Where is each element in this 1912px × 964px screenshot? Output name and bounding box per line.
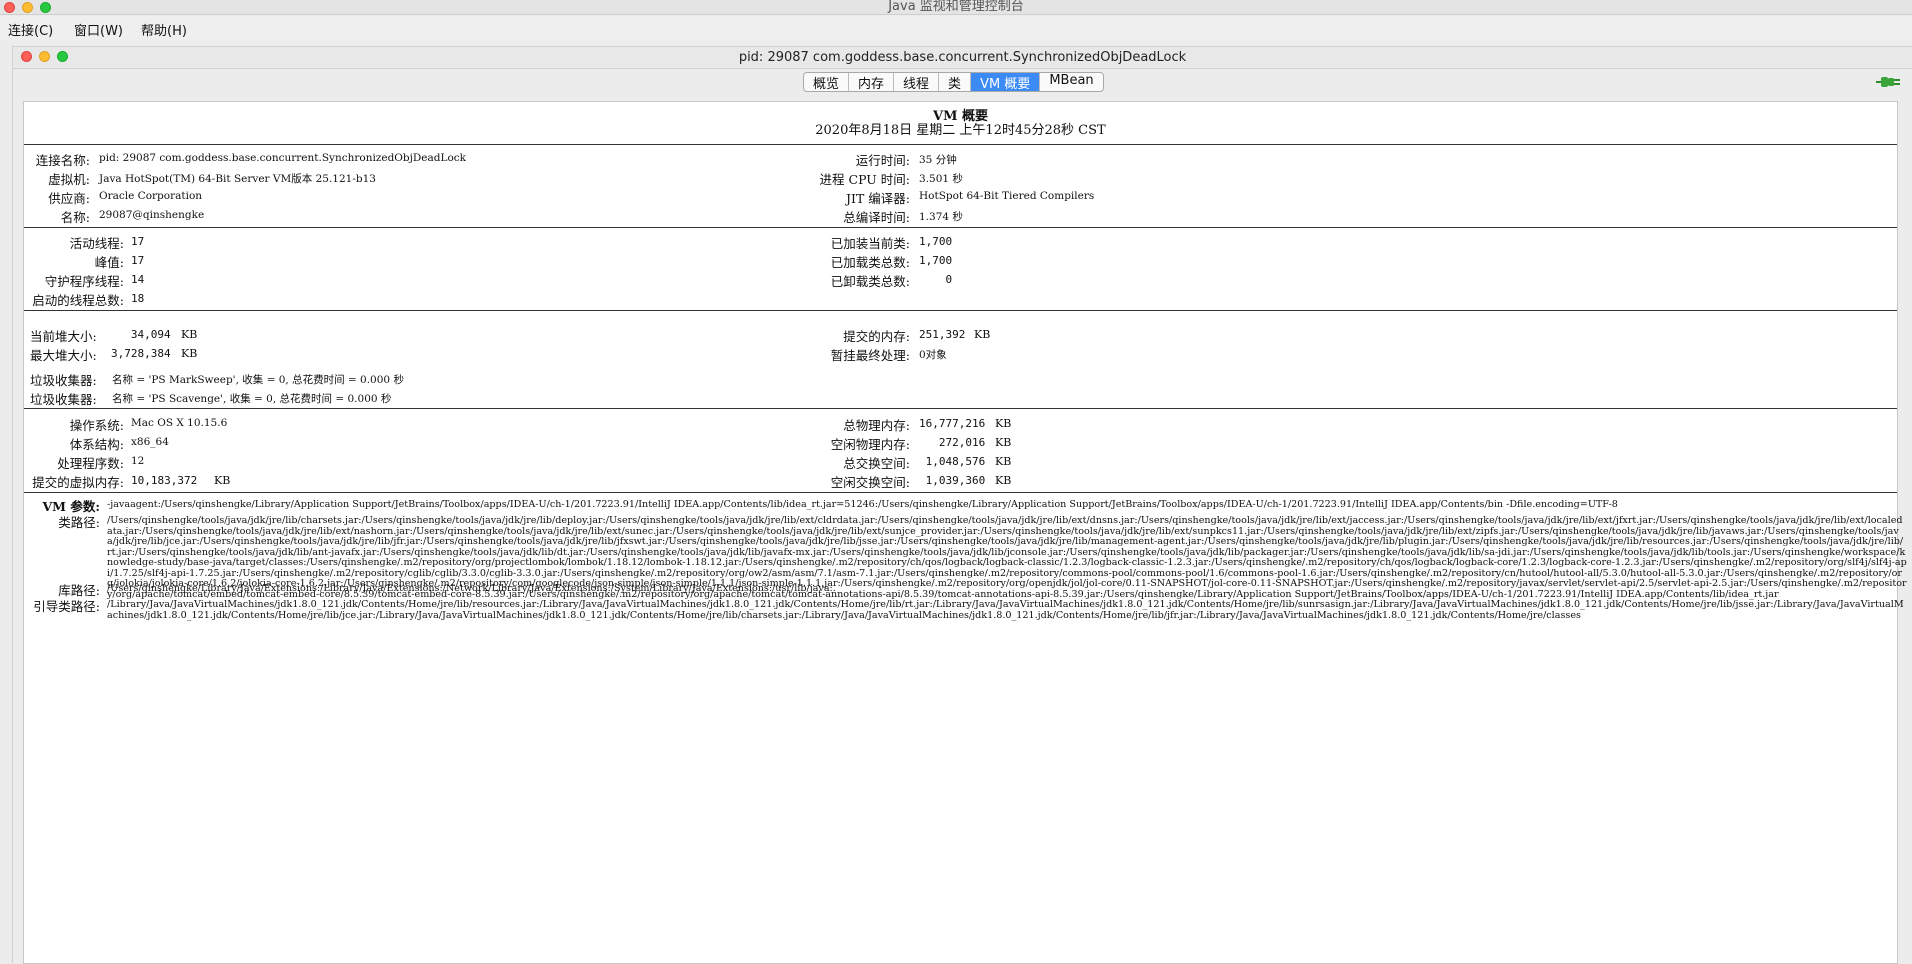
- tab-memory[interactable]: 内存: [849, 73, 895, 91]
- value-os: Mac OS X 10.15.6: [131, 417, 228, 429]
- value-total-physical: 16,777,216: [919, 417, 986, 430]
- label-uptime: 运行时间:: [855, 153, 910, 168]
- label-loaded-classes: 已加装当前类:: [830, 236, 910, 251]
- unit-committed-virtual: KB: [214, 474, 231, 487]
- label-free-physical: 空闲物理内存:: [830, 437, 910, 452]
- unit-committed-memory: KB: [974, 328, 991, 341]
- value-uptime: 35 分钟: [919, 154, 957, 166]
- divider: [24, 144, 1897, 145]
- value-total-swap: 1,048,576: [919, 455, 986, 468]
- divider: [24, 227, 1897, 228]
- value-gc-2: 名称 = 'PS Scavenge', 收集 = 0, 总花费时间 = 0.00…: [112, 393, 392, 405]
- tab-bar: 概览 内存 线程 类 VM 概要 MBean: [803, 72, 1104, 92]
- label-unloaded-classes: 已卸载类总数:: [830, 274, 910, 289]
- value-name: 29087@qinshengke: [99, 209, 205, 221]
- unit-heap-size: KB: [181, 328, 198, 341]
- value-live-threads: 17: [131, 235, 145, 248]
- value-free-swap: 1,039,360: [919, 474, 986, 487]
- label-heap-size: 当前堆大小:: [30, 329, 97, 344]
- frame-title: pid: 29087 com.goddess.base.concurrent.S…: [738, 50, 1187, 65]
- label-free-swap: 空闲交换空间:: [830, 475, 910, 490]
- unit-free-swap: KB: [995, 474, 1012, 487]
- label-name: 名称:: [60, 210, 90, 225]
- value-vm-args: -javaagent:/Users/qinshengke/Library/App…: [107, 499, 1618, 510]
- label-max-heap: 最大堆大小:: [30, 348, 97, 363]
- label-classpath: 类路径:: [58, 515, 100, 530]
- app-title: Java 监视和管理控制台: [888, 0, 1024, 14]
- value-committed-virtual: 10,183,372: [131, 474, 198, 487]
- label-connection-name: 连接名称:: [35, 153, 90, 168]
- tab-vm-summary[interactable]: VM 概要: [971, 73, 1041, 91]
- value-heap-size: 34,094: [111, 328, 171, 341]
- value-unloaded-classes: 0: [919, 273, 953, 286]
- unit-total-swap: KB: [995, 455, 1012, 468]
- label-vendor: 供应商:: [48, 191, 90, 206]
- value-boot-classpath: /Library/Java/JavaVirtualMachines/jdk1.8…: [107, 599, 1904, 621]
- value-pending-finalization: 0对象: [919, 349, 947, 361]
- value-total-loaded: 1,700: [919, 254, 953, 267]
- value-processors: 12: [131, 455, 145, 467]
- label-vm: 虚拟机:: [48, 172, 90, 187]
- value-compile-time: 1.374 秒: [919, 211, 963, 223]
- value-free-physical: 272,016: [919, 436, 986, 449]
- value-vm: Java HotSpot(TM) 64-Bit Server VM版本 25.1…: [99, 173, 376, 185]
- divider: [24, 408, 1897, 409]
- label-boot-classpath: 引导类路径:: [33, 599, 100, 614]
- value-committed-memory: 251,392: [919, 328, 966, 341]
- label-gc-1: 垃圾收集器:: [30, 373, 97, 388]
- label-committed-virtual: 提交的虚拟内存:: [32, 475, 124, 490]
- label-cpu-time: 进程 CPU 时间:: [819, 172, 910, 187]
- unit-free-physical: KB: [995, 436, 1012, 449]
- label-total-threads: 启动的线程总数:: [32, 293, 124, 308]
- value-cpu-time: 3.501 秒: [919, 173, 963, 185]
- plug-connected-icon[interactable]: [1876, 75, 1900, 89]
- value-loaded-classes: 1,700: [919, 235, 953, 248]
- tab-mbean[interactable]: MBean: [1040, 73, 1102, 91]
- label-daemon-threads: 守护程序线程:: [44, 274, 124, 289]
- value-peak: 17: [131, 254, 145, 267]
- value-gc-1: 名称 = 'PS MarkSweep', 收集 = 0, 总花费时间 = 0.0…: [112, 374, 404, 386]
- value-total-threads: 18: [131, 292, 145, 305]
- label-total-loaded: 已加载类总数:: [830, 255, 910, 270]
- menu-help[interactable]: 帮助(H): [141, 20, 187, 39]
- app-title-bar: Java 监视和管理控制台: [0, 0, 1912, 15]
- label-arch: 体系结构:: [69, 437, 124, 452]
- value-max-heap: 3,728,384: [111, 347, 171, 360]
- label-processors: 处理程序数:: [57, 456, 124, 471]
- unit-total-physical: KB: [995, 417, 1012, 430]
- label-os: 操作系统:: [69, 418, 124, 433]
- frame-title-bar: pid: 29087 com.goddess.base.concurrent.S…: [13, 47, 1912, 69]
- menu-bar: 连接(C) 窗口(W) 帮助(H): [0, 16, 1912, 40]
- label-total-swap: 总交换空间:: [843, 456, 910, 471]
- label-jit-compiler: JIT 编译器:: [846, 191, 910, 206]
- menu-window[interactable]: 窗口(W): [74, 20, 123, 39]
- value-arch: x86_64: [131, 436, 169, 448]
- summary-date: 2020年8月18日 星期二 上午12时45分28秒 CST: [815, 123, 1106, 138]
- divider: [24, 492, 1897, 493]
- tab-threads[interactable]: 线程: [894, 73, 940, 91]
- vm-summary-panel: VM 概要 2020年8月18日 星期二 上午12时45分28秒 CST 连接名…: [23, 101, 1907, 964]
- label-compile-time: 总编译时间:: [843, 210, 910, 225]
- value-connection-name: pid: 29087 com.goddess.base.concurrent.S…: [99, 152, 467, 164]
- value-library-path: /Users/qinshengke/Library/Java/Extension…: [107, 583, 836, 594]
- label-gc-2: 垃圾收集器:: [30, 392, 97, 407]
- label-live-threads: 活动线程:: [69, 236, 124, 251]
- tab-classes[interactable]: 类: [939, 73, 972, 91]
- label-total-physical: 总物理内存:: [843, 418, 910, 433]
- value-daemon-threads: 14: [131, 273, 145, 286]
- unit-max-heap: KB: [181, 347, 198, 360]
- divider: [24, 310, 1897, 311]
- menu-connection[interactable]: 连接(C): [8, 20, 53, 39]
- label-committed-memory: 提交的内存:: [843, 329, 910, 344]
- internal-frame: pid: 29087 com.goddess.base.concurrent.S…: [12, 46, 1912, 964]
- label-peak: 峰值:: [94, 255, 124, 270]
- desktop-pane: pid: 29087 com.goddess.base.concurrent.S…: [0, 40, 1912, 964]
- label-pending-finalization: 暂挂最终处理:: [830, 348, 910, 363]
- tab-overview[interactable]: 概览: [804, 73, 850, 91]
- value-vendor: Oracle Corporation: [99, 190, 203, 202]
- value-jit-compiler: HotSpot 64-Bit Tiered Compilers: [919, 190, 1095, 202]
